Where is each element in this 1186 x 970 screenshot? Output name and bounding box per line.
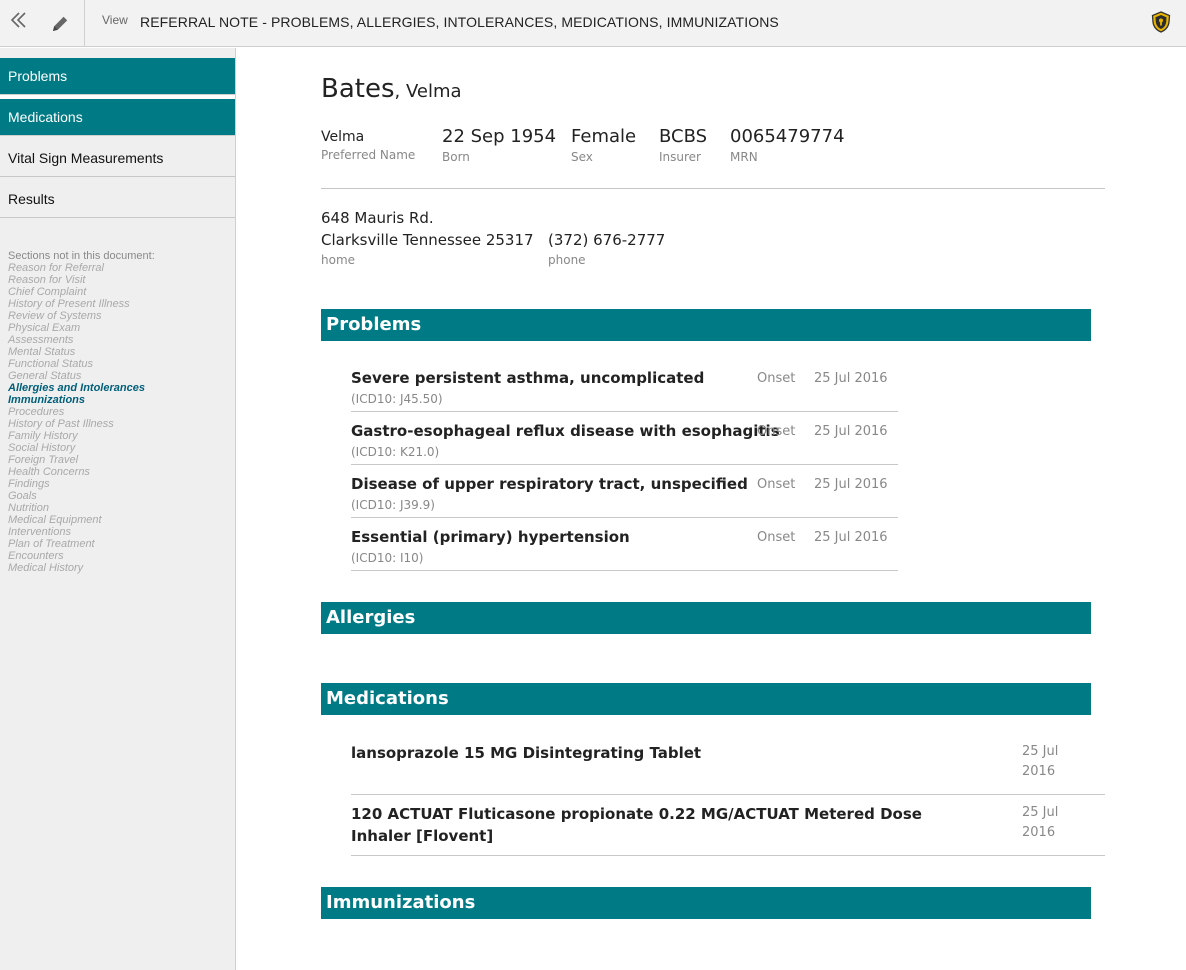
missing-section-item: History of Past Illness	[8, 418, 114, 430]
insurer-field: BCBS Insurer	[659, 126, 707, 164]
onset-date: 25 Jul 2016	[814, 477, 888, 492]
missing-section-item: General Status	[8, 370, 82, 382]
missing-section-item: Assessments	[8, 334, 74, 346]
patient-first-name: , Velma	[394, 81, 462, 102]
missing-section-item: Functional Status	[8, 358, 93, 370]
medication-title: 120 ACTUAT Fluticasone propionate 0.22 M…	[351, 805, 922, 845]
sex-value: Female	[571, 126, 637, 147]
mrn-field: 0065479774 MRN	[730, 126, 845, 164]
missing-sections-heading: Sections not in this document:	[8, 250, 155, 262]
view-label: View	[102, 13, 128, 27]
medications-section-header: Medications	[321, 683, 1091, 715]
missing-section-item: Foreign Travel	[8, 454, 79, 466]
missing-section-item: Reason for Referral	[8, 262, 104, 274]
problem-code: (ICD10: J39.9)	[351, 498, 435, 512]
onset-date: 25 Jul 2016	[814, 530, 888, 545]
missing-section-item: Mental Status	[8, 346, 76, 358]
top-toolbar: View REFERRAL NOTE - PROBLEMS, ALLERGIES…	[0, 0, 1186, 47]
sex-field: Female Sex	[571, 126, 636, 164]
missing-section-item: Goals	[8, 490, 37, 502]
immunizations-section-header: Immunizations	[321, 887, 1091, 919]
preferred-name-field: Velma Preferred Name	[321, 126, 415, 162]
missing-section-item: Physical Exam	[8, 322, 81, 334]
sidebar-item-problems[interactable]: Problems	[0, 58, 235, 95]
sidebar-item-medications[interactable]: Medications	[0, 99, 235, 136]
missing-section-item: History of Present Illness	[8, 298, 130, 310]
document-title: REFERRAL NOTE - PROBLEMS, ALLERGIES, INT…	[140, 14, 779, 30]
medication-row: lansoprazole 15 MG Disintegrating Tablet…	[351, 734, 1105, 795]
born-value: 22 Sep 1954	[442, 126, 557, 147]
problem-title: Gastro-esophageal reflux disease with es…	[351, 422, 780, 440]
document-body: Bates, Velma Velma Preferred Name 22 Sep…	[237, 48, 1186, 970]
demographics-divider	[321, 188, 1105, 189]
born-label: Born	[442, 150, 470, 164]
onset-date: 25 Jul 2016	[814, 424, 888, 439]
medication-date: 25 Jul 2016	[1022, 744, 1059, 779]
onset-label: Onset	[757, 477, 796, 492]
problem-code: (ICD10: J45.50)	[351, 392, 443, 406]
mrn-label: MRN	[730, 150, 758, 164]
patient-last-name: Bates	[321, 74, 395, 104]
missing-section-item: Medical History	[8, 562, 84, 574]
missing-section-item: Nutrition	[8, 502, 49, 514]
missing-section-item: Findings	[8, 478, 50, 490]
mrn-value: 0065479774	[730, 126, 845, 147]
sidebar: Problems Medications Vital Sign Measurem…	[0, 48, 236, 970]
onset-label: Onset	[757, 371, 796, 386]
sex-label: Sex	[571, 150, 593, 164]
missing-sections-list: Reason for Referral Reason for Visit Chief…	[8, 262, 145, 574]
insurer-value: BCBS	[659, 126, 708, 147]
missing-section-item: Health Concerns	[8, 466, 90, 478]
phone-value: (372) 676-2777	[548, 231, 666, 249]
missing-section-item: Procedures	[8, 406, 65, 418]
missing-section-item: Plan of Treatment	[8, 538, 95, 550]
sidebar-item-results[interactable]: Results	[0, 181, 235, 218]
missing-section-item: Family History	[8, 430, 78, 442]
pencil-icon[interactable]	[48, 12, 72, 36]
missing-section-item[interactable]: Immunizations	[8, 394, 145, 406]
problem-row: Essential (primary) hypertension (ICD10:…	[351, 518, 898, 571]
patient-name: Bates, Velma	[321, 74, 462, 104]
problem-row: Severe persistent asthma, uncomplicated …	[351, 359, 898, 412]
onset-date: 25 Jul 2016	[814, 371, 888, 386]
medication-date: 25 Jul 2016	[1022, 805, 1059, 840]
missing-section-item[interactable]: Allergies and Intolerances	[8, 382, 145, 394]
home-address: 648 Mauris Rd. Clarksville Tennessee 253…	[321, 207, 534, 269]
address-label: home	[321, 253, 356, 267]
address-line-2: Clarksville Tennessee 25317	[321, 231, 534, 249]
problem-title: Disease of upper respiratory tract, unsp…	[351, 475, 748, 493]
insurer-label: Insurer	[659, 150, 701, 164]
missing-section-item: Chief Complaint	[8, 286, 87, 298]
onset-label: Onset	[757, 530, 796, 545]
missing-section-item: Encounters	[8, 550, 64, 562]
toolbar-divider	[84, 0, 85, 47]
allergies-section-header: Allergies	[321, 602, 1091, 634]
problem-title: Essential (primary) hypertension	[351, 528, 630, 546]
double-chevron-left-icon[interactable]	[8, 9, 30, 31]
address-line-1: 648 Mauris Rd.	[321, 209, 434, 227]
problem-title: Severe persistent asthma, uncomplicated	[351, 369, 705, 387]
born-field: 22 Sep 1954 Born	[442, 126, 556, 164]
missing-section-item: Medical Equipment	[8, 514, 102, 526]
missing-section-item: Social History	[8, 442, 76, 454]
sidebar-item-vital-signs[interactable]: Vital Sign Measurements	[0, 140, 235, 177]
problem-code: (ICD10: K21.0)	[351, 445, 440, 459]
missing-section-item: Reason for Visit	[8, 274, 86, 286]
shield-icon[interactable]	[1151, 11, 1171, 33]
phone-field: (372) 676-2777 phone	[548, 229, 665, 269]
onset-label: Onset	[757, 424, 796, 439]
missing-section-item: Review of Systems	[8, 310, 102, 322]
missing-section-item: Interventions	[8, 526, 71, 538]
medication-row: 120 ACTUAT Fluticasone propionate 0.22 M…	[351, 795, 1105, 856]
medication-title: lansoprazole 15 MG Disintegrating Tablet	[351, 744, 702, 762]
problem-row: Gastro-esophageal reflux disease with es…	[351, 412, 898, 465]
problem-row: Disease of upper respiratory tract, unsp…	[351, 465, 898, 518]
phone-label: phone	[548, 253, 586, 267]
preferred-name-value: Velma	[321, 129, 365, 145]
preferred-name-label: Preferred Name	[321, 148, 416, 162]
problem-code: (ICD10: I10)	[351, 551, 424, 565]
problems-section-header: Problems	[321, 309, 1091, 341]
